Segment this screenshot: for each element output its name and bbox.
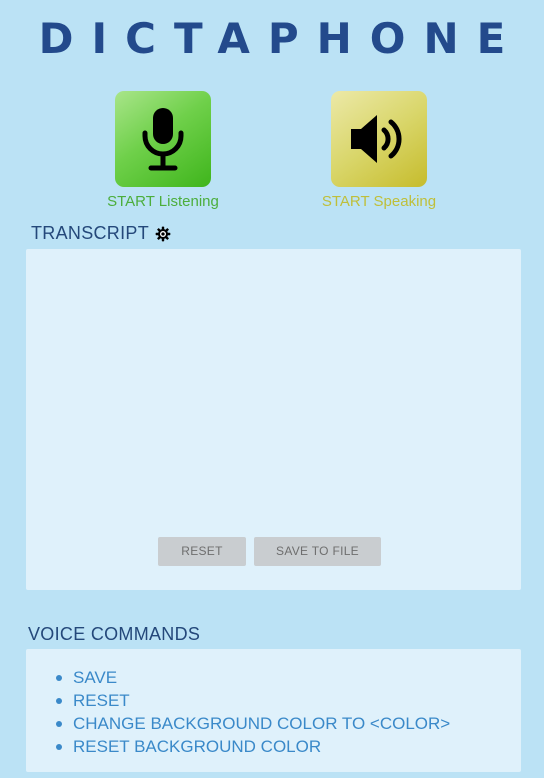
speaker-icon [351,115,402,163]
reset-button[interactable]: RESET [158,537,246,566]
list-item: RESET BACKGROUND COLOR [56,735,521,758]
start-listening-button[interactable] [115,91,211,187]
start-listening-control[interactable]: START Listening [83,91,243,210]
start-speaking-control[interactable]: START Speaking [299,91,459,210]
voice-commands-panel: SAVE RESET CHANGE BACKGROUND COLOR TO <C… [26,649,521,772]
voice-commands-list: SAVE RESET CHANGE BACKGROUND COLOR TO <C… [26,649,521,758]
save-to-file-button[interactable]: SAVE TO FILE [254,537,381,566]
start-listening-label[interactable]: START Listening [83,193,243,210]
list-item: SAVE [56,666,521,689]
microphone-icon [142,108,184,171]
start-speaking-label[interactable]: START Speaking [299,193,459,210]
gear-icon[interactable] [155,226,171,242]
transcript-title: TRANSCRIPT [31,223,150,243]
transcript-panel: RESET SAVE TO FILE [26,249,521,590]
transcript-heading: TRANSCRIPT [31,223,171,244]
list-item: CHANGE BACKGROUND COLOR TO <COLOR> [56,712,521,735]
app-title: DICTAPHONE [38,14,524,63]
voice-commands-title: VOICE COMMANDS [28,624,201,644]
start-speaking-button[interactable] [331,91,427,187]
list-item: RESET [56,689,521,712]
